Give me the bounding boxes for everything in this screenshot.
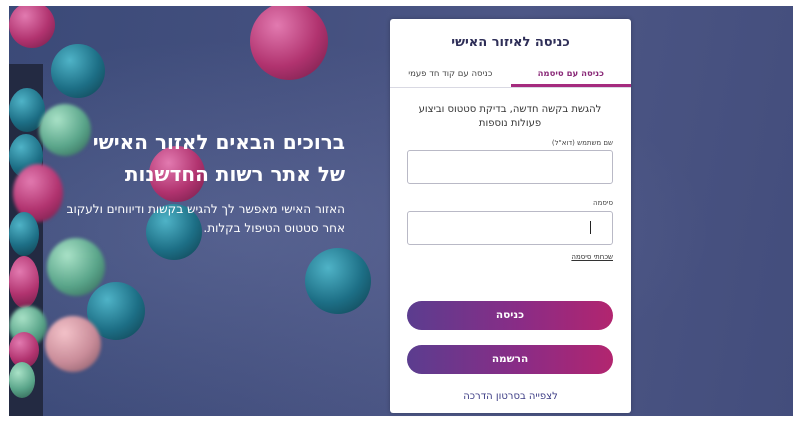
hero-title-line1: ברוכים הבאים לאזור האישי bbox=[92, 130, 345, 154]
tutorial-video-link[interactable]: לצפייה בסרטון הדרכה bbox=[390, 391, 631, 402]
forgot-password-link[interactable]: שכחתי סיסמה bbox=[571, 253, 613, 261]
login-intro-text: להגשת בקשה חדשה, בדיקת סטטוס וביצוע פעול… bbox=[418, 104, 602, 129]
text-cursor bbox=[590, 221, 591, 234]
balloon-decoration bbox=[9, 212, 39, 256]
balloon-decoration bbox=[9, 362, 35, 398]
login-title: כניסה לאיזור האישי bbox=[451, 35, 570, 50]
tab-password-login[interactable]: כניסה עם סיסמה bbox=[510, 64, 631, 87]
hero-subtitle: האזור האישי מאפשר לך להגיש בקשות ודיווחי… bbox=[66, 202, 345, 235]
login-button[interactable]: כניסה bbox=[407, 301, 613, 330]
balloon-decoration bbox=[47, 238, 105, 296]
balloon-decoration bbox=[51, 44, 105, 98]
username-label: שם משתמש (דוא"ל) bbox=[551, 139, 613, 147]
password-input[interactable] bbox=[407, 211, 613, 245]
login-card: כניסה לאיזור האישי כניסה עם סיסמה כניסה … bbox=[390, 19, 631, 413]
username-input[interactable] bbox=[407, 150, 613, 184]
login-tabs: כניסה עם סיסמה כניסה עם קוד חד פעמי bbox=[390, 64, 631, 88]
register-button[interactable]: הרשמה bbox=[407, 345, 613, 374]
balloon-decoration bbox=[9, 256, 39, 308]
hero-title-line2: של אתר רשות החדשנות bbox=[124, 162, 345, 186]
balloon-decoration bbox=[45, 316, 101, 372]
hero-text: ברוכים הבאים לאזור האישי של אתר רשות החד… bbox=[45, 126, 345, 238]
password-label: סיסמה bbox=[593, 199, 613, 207]
tab-one-time-code[interactable]: כניסה עם קוד חד פעמי bbox=[390, 64, 511, 87]
balloon-decoration bbox=[305, 248, 371, 314]
